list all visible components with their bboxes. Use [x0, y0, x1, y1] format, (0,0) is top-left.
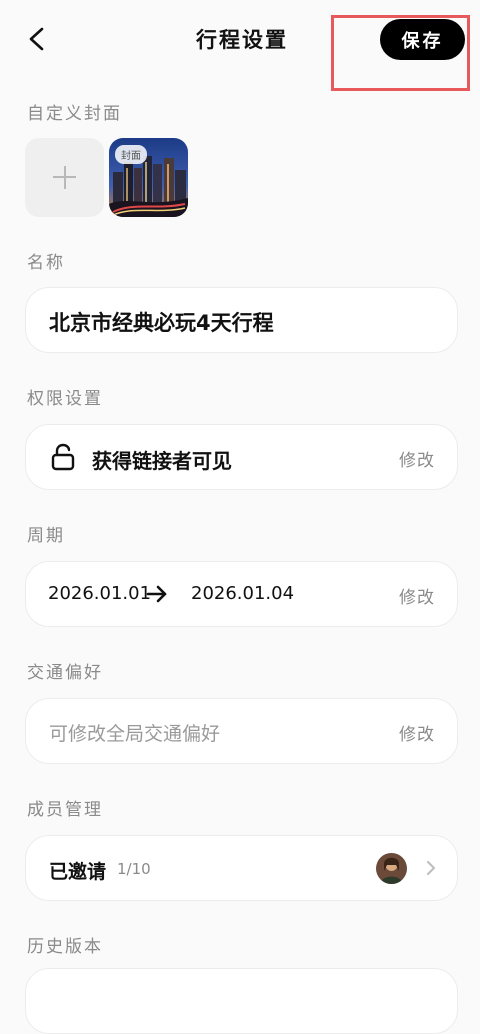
add-cover-button[interactable]	[25, 138, 104, 217]
permission-modify-button[interactable]: 修改	[399, 446, 435, 471]
members-count: 1/10	[117, 860, 151, 878]
transport-section-label: 交通偏好	[27, 663, 103, 683]
cover-section-label: 自定义封面	[27, 104, 122, 124]
chevron-right-icon	[427, 861, 435, 875]
period-section-label: 周期	[27, 526, 65, 546]
avatar	[376, 853, 407, 884]
permission-value: 获得链接者可见	[92, 449, 232, 473]
arrow-right-icon	[146, 585, 167, 603]
transport-modify-button[interactable]: 修改	[399, 720, 435, 745]
top-bar: 行程设置 保存	[0, 0, 480, 91]
members-invited-label: 已邀请	[49, 861, 107, 883]
transport-row[interactable]: 可修改全局交通偏好 修改	[25, 698, 458, 764]
name-input[interactable]: 北京市经典必玩4天行程	[25, 287, 458, 353]
cover-image[interactable]: 封面	[109, 138, 188, 217]
transport-placeholder: 可修改全局交通偏好	[49, 723, 221, 745]
members-row[interactable]: 已邀请 1/10	[25, 835, 458, 901]
permission-section-label: 权限设置	[27, 389, 103, 409]
permission-row[interactable]: 获得链接者可见 修改	[25, 424, 458, 490]
period-modify-button[interactable]: 修改	[399, 583, 435, 608]
name-value: 北京市经典必玩4天行程	[49, 311, 274, 335]
end-date: 2026.01.04	[191, 583, 295, 604]
history-row[interactable]	[25, 968, 458, 1034]
highlight-box	[331, 15, 470, 91]
name-section-label: 名称	[27, 253, 65, 273]
cover-badge: 封面	[115, 145, 147, 164]
period-row[interactable]: 2026.01.01 2026.01.04 修改	[25, 561, 458, 627]
unlock-icon	[51, 443, 75, 471]
history-section-label: 历史版本	[27, 937, 103, 957]
members-section-label: 成员管理	[27, 800, 103, 820]
start-date: 2026.01.01	[48, 583, 152, 604]
